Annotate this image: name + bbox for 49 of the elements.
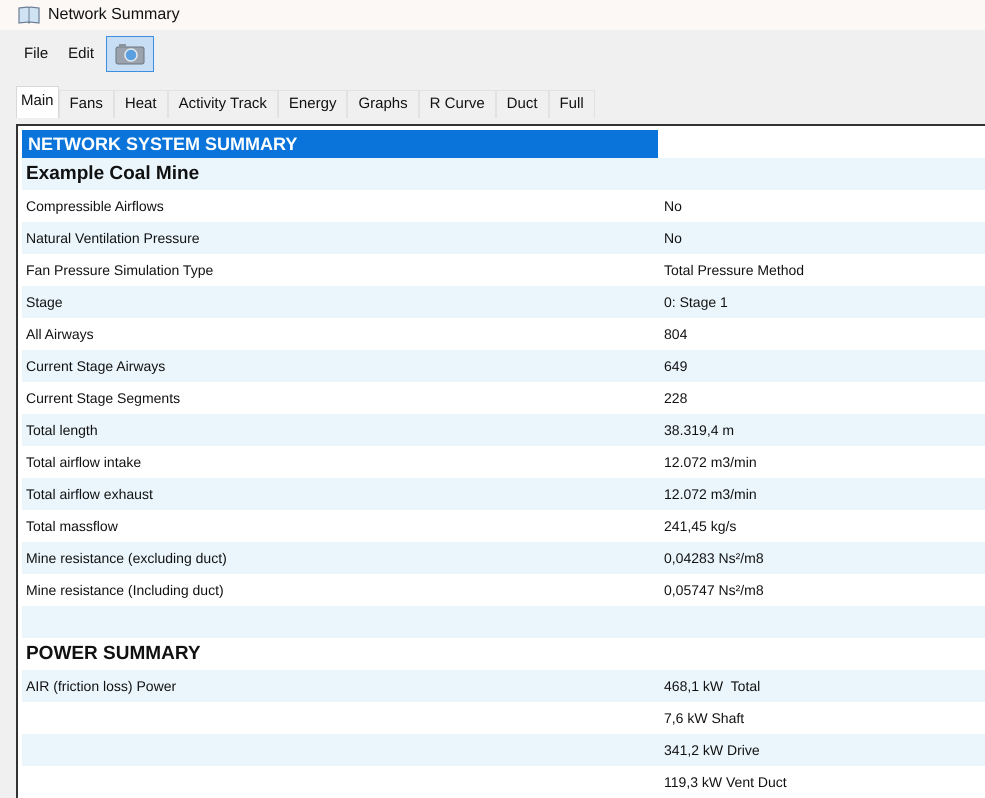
row-value: 0,04283 Ns²/m8 <box>664 548 764 568</box>
row-value: 0,05747 Ns²/m8 <box>664 580 764 600</box>
summary-heading: NETWORK SYSTEM SUMMARY <box>22 130 658 158</box>
tab[interactable]: Activity Track <box>168 90 278 118</box>
tab[interactable]: Energy <box>278 90 348 118</box>
tab[interactable]: Graphs <box>347 90 419 118</box>
tab[interactable]: Full <box>548 90 595 118</box>
row-value: 804 <box>664 324 688 344</box>
row-value: 228 <box>664 388 688 408</box>
row-value: 468,1 kW Total <box>664 676 760 696</box>
row-value: No <box>664 228 682 248</box>
row-label: Mine resistance (Including duct) <box>26 582 224 598</box>
row-label: All Airways <box>26 326 94 342</box>
row-value: No <box>664 196 682 216</box>
row-value: Total Pressure Method <box>664 260 804 280</box>
row-label: Total airflow intake <box>26 454 142 470</box>
row-label: Total massflow <box>26 518 118 534</box>
window-title: Network Summary <box>48 5 180 25</box>
tab[interactable]: Duct <box>496 90 549 118</box>
section-heading: Example Coal Mine <box>26 162 200 186</box>
menu-item[interactable]: File <box>16 38 56 70</box>
row-value: 241,45 kg/s <box>664 516 736 536</box>
tab[interactable]: Fans <box>58 90 114 118</box>
row-value: 119,3 kW Vent Duct <box>664 772 787 792</box>
book-icon <box>18 6 40 24</box>
row-label: Natural Ventilation Pressure <box>26 230 200 246</box>
row-label: Stage <box>26 294 63 310</box>
row-value: 341,2 kW Drive <box>664 740 760 760</box>
row-label: Current Stage Airways <box>26 358 166 374</box>
tab[interactable]: R Curve <box>418 90 496 118</box>
tab[interactable]: Main <box>16 86 59 118</box>
row-label: Mine resistance (excluding duct) <box>26 550 227 566</box>
row-value: 12.072 m3/min <box>664 484 757 504</box>
row-label: Total airflow exhaust <box>26 486 153 502</box>
row-label: AIR (friction loss) Power <box>26 678 176 694</box>
row-value: 649 <box>664 356 688 376</box>
row-label: Current Stage Segments <box>26 390 180 406</box>
camera-icon <box>115 43 146 65</box>
row-value: 7,6 kW Shaft <box>664 708 744 728</box>
tab[interactable]: Heat <box>114 90 168 118</box>
row-label: Total length <box>26 422 98 438</box>
camera-button[interactable] <box>106 36 154 72</box>
row-value: 38.319,4 m <box>664 420 734 440</box>
row-label: Fan Pressure Simulation Type <box>26 262 214 278</box>
menu-item[interactable]: Edit <box>60 38 102 70</box>
row-value: 0: Stage 1 <box>664 292 728 312</box>
section-heading: POWER SUMMARY <box>26 642 201 666</box>
row-label: Compressible Airflows <box>26 198 164 214</box>
row-value: 12.072 m3/min <box>664 452 757 472</box>
